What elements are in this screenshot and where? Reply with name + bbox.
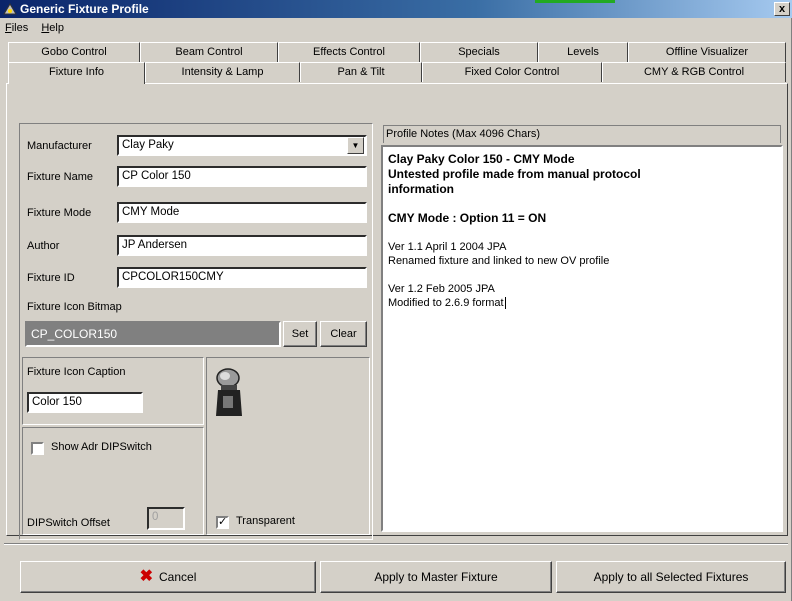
manufacturer-label: Manufacturer (27, 140, 92, 152)
profile-notes-header: Profile Notes (Max 4096 Chars) (383, 125, 781, 143)
notes-line: Renamed fixture and linked to new OV pro… (388, 255, 610, 267)
close-button[interactable]: x (774, 2, 790, 16)
transparent-checkbox[interactable]: ✓ (216, 516, 229, 529)
fixture-name-label: Fixture Name (27, 171, 94, 183)
notes-line: Clay Paky Color 150 - CMY Mode (388, 152, 575, 166)
show-adr-dipswitch-checkbox[interactable] (31, 442, 44, 455)
tab-pan-tilt[interactable]: Pan & Tilt (300, 62, 422, 82)
window-title: Generic Fixture Profile (20, 2, 149, 16)
fixture-app-icon (3, 3, 17, 15)
fixture-icon-caption-label: Fixture Icon Caption (27, 366, 126, 378)
tab-offline-visualizer[interactable]: Offline Visualizer (628, 42, 786, 62)
set-button[interactable]: Set (283, 321, 317, 347)
notes-line: Ver 1.2 Feb 2005 JPA (388, 283, 495, 295)
dipswitch-offset-label: DIPSwitch Offset (27, 517, 110, 529)
notes-line (388, 197, 776, 211)
tab-levels[interactable]: Levels (538, 42, 628, 62)
tab-specials[interactable]: Specials (420, 42, 538, 62)
notes-line: Modified to 2.6.9 format (388, 297, 506, 309)
green-accent-mark (535, 0, 615, 3)
tab-row-front: Fixture Info Intensity & Lamp Pan & Tilt… (8, 62, 786, 84)
fixture-icon-bitmap-label: Fixture Icon Bitmap (27, 301, 122, 313)
apply-master-fixture-button[interactable]: Apply to Master Fixture (320, 561, 552, 593)
notes-line: CMY Mode : Option 11 = ON (388, 211, 547, 225)
notes-line: Untested profile made from manual protoc… (388, 167, 641, 181)
transparent-label: Transparent (236, 515, 295, 527)
notes-line: information (388, 182, 454, 196)
dipswitch-offset-field[interactable]: 0 (147, 507, 185, 530)
tab-beam-control[interactable]: Beam Control (140, 42, 278, 62)
tab-gobo-control[interactable]: Gobo Control (8, 42, 140, 62)
fixture-moving-head-icon (216, 368, 242, 416)
chevron-down-icon[interactable]: ▼ (347, 137, 364, 154)
tab-fixed-color-control[interactable]: Fixed Color Control (422, 62, 602, 82)
fixture-icon-caption-field[interactable]: Color 150 (27, 392, 143, 413)
menu-bar: Files Help (0, 19, 792, 37)
apply-all-selected-button[interactable]: Apply to all Selected Fixtures (556, 561, 786, 593)
author-field[interactable]: JP Andersen (117, 235, 367, 256)
menu-help[interactable]: Help (36, 19, 69, 37)
fixture-mode-field[interactable]: CMY Mode (117, 202, 367, 223)
fixture-icon-bitmap-field: CP_COLOR150 (25, 321, 281, 347)
fixture-id-field[interactable]: CPCOLOR150CMY (117, 267, 367, 288)
title-bar: Generic Fixture Profile x (0, 0, 792, 18)
notes-line: Ver 1.1 April 1 2004 JPA (388, 241, 507, 253)
notes-line (388, 268, 776, 282)
separator (4, 543, 788, 545)
profile-notes-textarea[interactable]: Clay Paky Color 150 - CMY Mode Untested … (381, 145, 783, 532)
fixture-name-field[interactable]: CP Color 150 (117, 166, 367, 187)
fixture-mode-label: Fixture Mode (27, 207, 92, 219)
text-cursor (504, 297, 506, 309)
clear-button[interactable]: Clear (320, 321, 367, 347)
tab-fixture-info[interactable]: Fixture Info (8, 62, 145, 84)
cancel-x-icon: ✖ (139, 568, 154, 585)
author-label: Author (27, 240, 60, 252)
show-adr-dipswitch-label: Show Adr DIPSwitch (51, 441, 152, 453)
bottom-button-bar: ✖ Cancel Apply to Master Fixture Apply to… (0, 543, 792, 601)
cancel-button[interactable]: ✖ Cancel (20, 561, 316, 593)
tab-row-back: Gobo Control Beam Control Effects Contro… (8, 42, 786, 62)
tab-effects-control[interactable]: Effects Control (278, 42, 420, 62)
tab-intensity-lamp[interactable]: Intensity & Lamp (145, 62, 300, 82)
notes-line (388, 226, 776, 240)
tab-cmy-rgb-control[interactable]: CMY & RGB Control (602, 62, 786, 82)
fixture-id-label: Fixture ID (27, 272, 75, 284)
manufacturer-combo[interactable]: Clay Paky (117, 135, 367, 156)
generic-fixture-profile-window: Generic Fixture Profile x Files Help Gob… (0, 0, 792, 601)
menu-files[interactable]: Files (0, 19, 33, 37)
